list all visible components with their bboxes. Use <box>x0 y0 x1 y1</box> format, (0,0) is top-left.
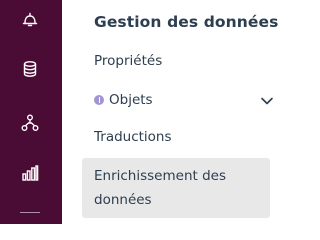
nav-item-label: Enrichissement des données <box>94 168 226 208</box>
nav-item-label: Traductions <box>94 129 172 145</box>
info-badge-icon <box>94 95 104 105</box>
hierarchy-icon[interactable] <box>18 111 42 135</box>
bell-icon[interactable] <box>18 8 42 32</box>
nav-item-objects[interactable]: Objets <box>82 92 273 108</box>
bar-chart-icon[interactable] <box>18 161 42 185</box>
panel-title: Gestion des données <box>94 13 279 31</box>
data-management-panel: Gestion des données Propriétés Objets Tr… <box>62 0 298 224</box>
rail-divider <box>20 212 40 213</box>
nav-item-properties[interactable]: Propriétés <box>82 53 270 69</box>
database-icon[interactable] <box>18 57 42 81</box>
nav-item-label: Objets <box>109 92 153 108</box>
nav-item-label: Propriétés <box>94 53 163 69</box>
app-sidebar-rail <box>0 0 62 224</box>
nav-item-data-enrichment[interactable]: Enrichissement des données <box>82 158 270 218</box>
nav-item-translations[interactable]: Traductions <box>82 129 270 145</box>
chevron-down-icon[interactable] <box>260 94 274 112</box>
